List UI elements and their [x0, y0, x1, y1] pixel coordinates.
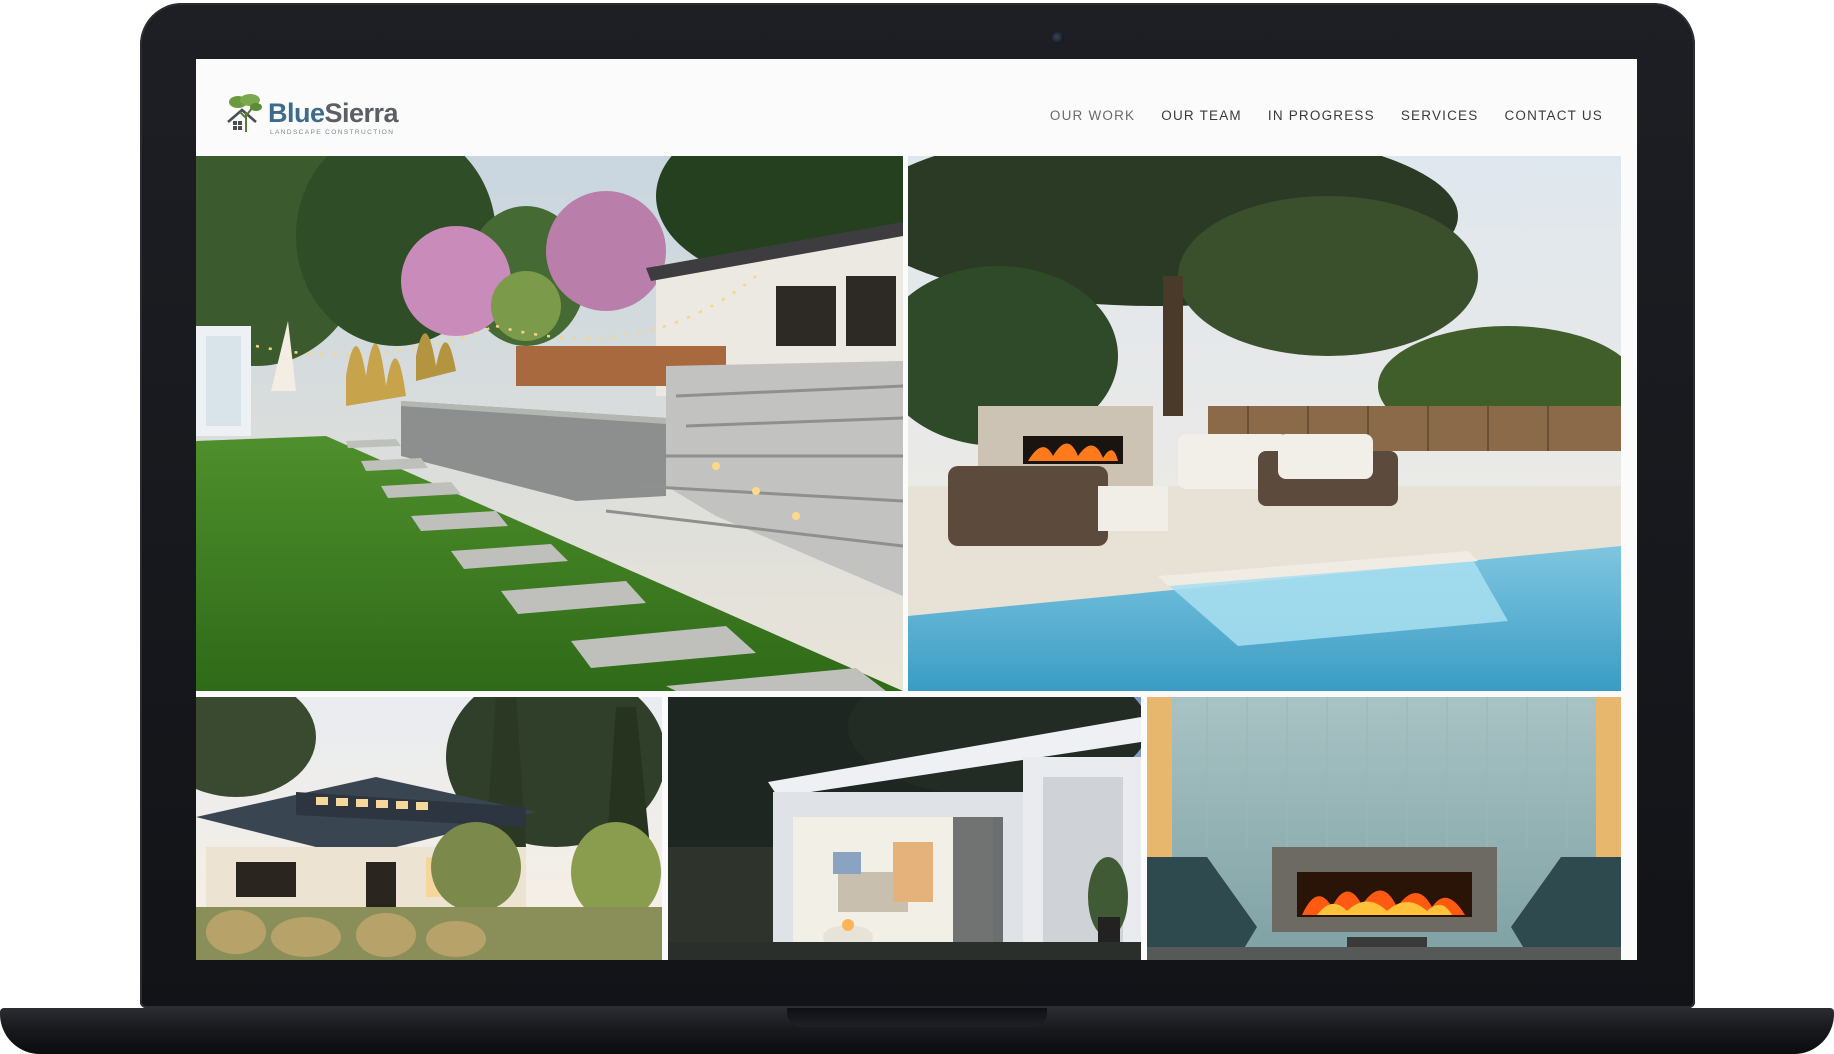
brand-name-part1: Blue	[268, 98, 325, 128]
camera-icon	[1052, 32, 1064, 44]
brand-name-part2: Sierra	[324, 98, 399, 128]
site-logo[interactable]: BlueSierra LANDSCAPE CONSTRUCTION	[224, 92, 424, 140]
fireplace-image	[1147, 697, 1621, 960]
gallery-photo-backyard[interactable]	[196, 156, 903, 691]
gallery-photo-poolhouse[interactable]	[668, 697, 1141, 960]
brand-tagline: LANDSCAPE CONSTRUCTION	[270, 129, 395, 136]
site-header: BlueSierra LANDSCAPE CONSTRUCTION OUR WO…	[196, 59, 1637, 155]
nav-services[interactable]: SERVICES	[1401, 108, 1479, 123]
laptop-notch	[787, 1008, 1047, 1027]
nav-contact-us[interactable]: CONTACT US	[1504, 108, 1603, 123]
house-image	[196, 697, 662, 960]
nav-our-work[interactable]: OUR WORK	[1050, 108, 1135, 123]
gallery-photo-fireplace[interactable]	[1147, 697, 1621, 960]
gallery-photo-pool[interactable]	[908, 156, 1621, 691]
scroll-edge	[1621, 156, 1637, 960]
brand-name: BlueSierra	[268, 98, 399, 129]
browser-screen: BlueSierra LANDSCAPE CONSTRUCTION OUR WO…	[196, 59, 1637, 960]
main-nav: OUR WORK OUR TEAM IN PROGRESS SERVICES C…	[1050, 108, 1603, 123]
poolhouse-image	[668, 697, 1141, 960]
house-tree-logo-icon	[227, 94, 262, 132]
backyard-image	[196, 156, 903, 691]
pool-image	[908, 156, 1621, 691]
nav-our-team[interactable]: OUR TEAM	[1161, 108, 1242, 123]
gallery-photo-house[interactable]	[196, 697, 662, 960]
nav-in-progress[interactable]: IN PROGRESS	[1268, 108, 1375, 123]
